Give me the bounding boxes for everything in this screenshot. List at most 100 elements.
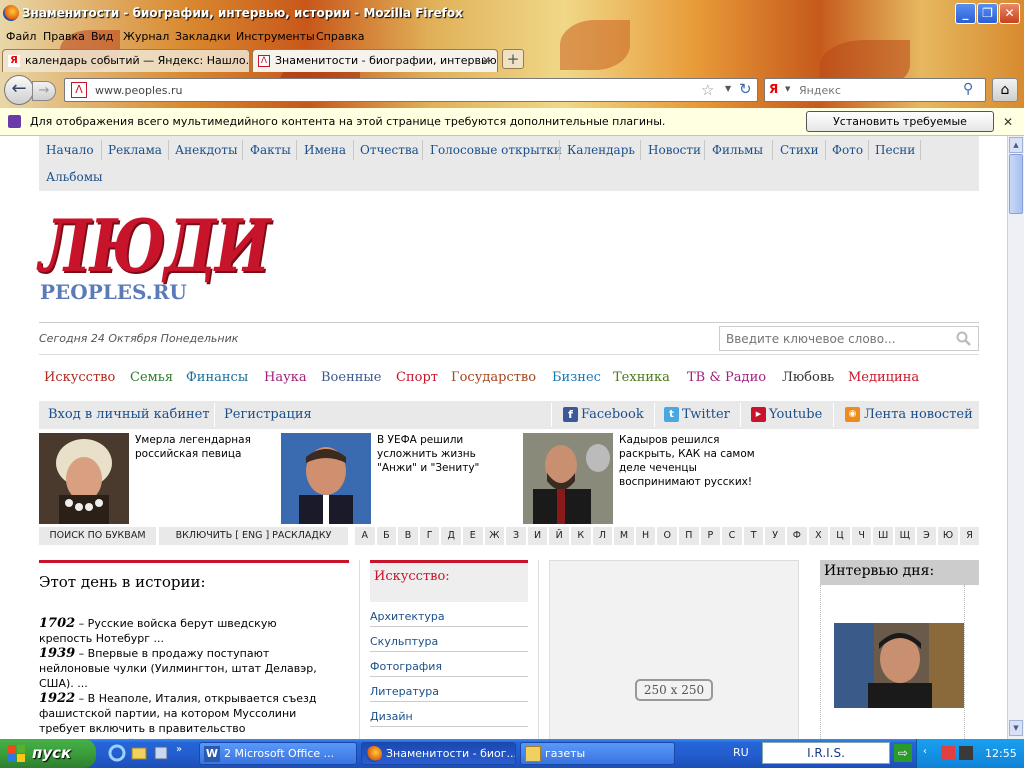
site-identity-icon[interactable]: Λ (71, 82, 87, 98)
start-button[interactable]: пуск (0, 739, 96, 768)
quicklaunch-expand-icon[interactable]: » (176, 744, 194, 762)
bookmark-star-icon[interactable]: ☆ (701, 81, 714, 99)
url-bar[interactable]: Λ ☆ ▼ ↻ (64, 78, 758, 102)
nav-home[interactable]: Начало (46, 143, 94, 157)
yandex-engine-icon[interactable]: Я (769, 82, 783, 98)
nav-names[interactable]: Имена (304, 143, 346, 157)
login-link[interactable]: Вход в личный кабинет (48, 407, 210, 422)
search-engine-input[interactable] (799, 82, 959, 98)
letter-link[interactable]: К (571, 527, 591, 545)
media-icon[interactable] (152, 744, 170, 762)
home-button[interactable]: ⌂ (992, 78, 1018, 102)
letter-link[interactable]: З (506, 527, 526, 545)
arts-link[interactable]: Скульптура (370, 627, 528, 652)
letter-link[interactable]: В (398, 527, 418, 545)
nav-news[interactable]: Новости (648, 143, 701, 157)
news-headline[interactable]: Умерла легендарная российская певица (135, 433, 275, 461)
forward-button[interactable]: → (32, 81, 56, 101)
news-item[interactable]: Кадыров решился раскрыть, КАК на самом д… (523, 433, 759, 524)
notification-close-icon[interactable]: ✕ (1003, 115, 1013, 129)
letter-link[interactable]: Г (419, 527, 440, 545)
letter-link[interactable]: Я (959, 527, 980, 545)
menu-tools[interactable]: Инструменты (236, 30, 315, 43)
news-item[interactable]: Умерла легендарная российская певица (39, 433, 275, 524)
taskbar-folder[interactable]: газеты (520, 742, 675, 765)
letter-link[interactable]: Ш (873, 527, 893, 545)
letter-link[interactable]: Й (549, 527, 569, 545)
maximize-button[interactable]: ❐ (977, 3, 998, 24)
menu-history[interactable]: Журнал (123, 30, 169, 43)
letter-link[interactable]: Щ (895, 527, 915, 545)
arts-link[interactable]: Архитектура (370, 602, 528, 627)
tab-close-icon[interactable]: ✕ (482, 54, 491, 67)
history-item[interactable]: 1939 – Впервые в продажу поступают нейло… (39, 646, 329, 691)
letter-link[interactable]: Б (376, 527, 397, 545)
engine-dropdown-icon[interactable]: ▼ (785, 85, 790, 93)
ad-placeholder[interactable]: 250 x 250 (549, 560, 799, 739)
ie-icon[interactable] (108, 744, 126, 762)
letter-link[interactable]: Ц (830, 527, 850, 545)
arts-link[interactable]: Литература (370, 677, 528, 702)
scroll-thumb[interactable] (1009, 154, 1023, 214)
scroll-up-icon[interactable]: ▲ (1009, 137, 1023, 153)
twitter-link[interactable]: Twitter (682, 407, 730, 422)
category-technology[interactable]: Техника (613, 370, 670, 385)
category-state[interactable]: Государство (451, 370, 536, 385)
news-feed-link[interactable]: Лента новостей (864, 407, 973, 422)
nav-songs[interactable]: Песни (875, 143, 915, 157)
history-dropdown-icon[interactable]: ▼ (725, 84, 731, 93)
news-item[interactable]: В УЕФА решили усложнить жизнь "Анжи" и "… (281, 433, 517, 524)
category-tv-radio[interactable]: ТВ & Радио (687, 370, 766, 385)
letter-link[interactable]: Д (441, 527, 461, 545)
letter-link[interactable]: С (722, 527, 742, 545)
letter-link[interactable]: Е (463, 527, 483, 545)
site-logo[interactable]: ЛЮДИ (39, 210, 271, 282)
category-science[interactable]: Наука (264, 370, 307, 385)
history-item[interactable]: 1702 – Русские войска берут шведскую кре… (39, 616, 329, 646)
menu-edit[interactable]: Правка (43, 30, 85, 43)
letter-link[interactable]: П (679, 527, 699, 545)
twitter-icon[interactable]: t (664, 407, 679, 422)
category-military[interactable]: Военные (321, 370, 381, 385)
nav-films[interactable]: Фильмы (712, 143, 763, 157)
tray-icon-2[interactable] (959, 746, 973, 760)
rss-icon[interactable]: ◉ (845, 407, 860, 422)
register-link[interactable]: Регистрация (224, 407, 312, 422)
search-icon[interactable] (956, 331, 972, 347)
menu-view[interactable]: Вид (91, 30, 113, 43)
site-search-box[interactable] (719, 326, 979, 351)
explorer-icon[interactable] (130, 744, 148, 762)
reload-icon[interactable]: ↻ (739, 80, 752, 98)
nav-facts[interactable]: Факты (250, 143, 291, 157)
news-headline[interactable]: Кадыров решился раскрыть, КАК на самом д… (619, 433, 759, 489)
letter-link[interactable]: Х (808, 527, 829, 545)
iris-toolbar[interactable]: I.R.I.S. (762, 742, 890, 764)
interview-photo[interactable] (834, 623, 964, 708)
letter-link[interactable]: Ч (851, 527, 872, 545)
clock[interactable]: 12:55 (985, 747, 1017, 760)
taskbar-firefox[interactable]: Знаменитости - биог... (361, 742, 516, 765)
install-plugins-button[interactable]: Установить требуемые плагины... (806, 111, 994, 147)
history-item[interactable]: 1922 – В Неаполе, Италия, открывается съ… (39, 691, 329, 739)
category-medicine[interactable]: Медицина (848, 370, 919, 385)
category-art[interactable]: Искусство (44, 370, 115, 385)
category-finance[interactable]: Финансы (186, 370, 248, 385)
minimize-button[interactable]: _ (955, 3, 976, 24)
language-indicator[interactable]: RU (733, 746, 749, 759)
category-family[interactable]: Семья (130, 370, 173, 385)
letter-link[interactable]: Т (743, 527, 764, 545)
nav-patronymics[interactable]: Отчества (360, 143, 419, 157)
tab-yandex[interactable]: Я календарь событий — Яндекс: Нашло... (2, 49, 250, 72)
taskbar-word[interactable]: W 2 Microsoft Office ... (199, 742, 357, 765)
youtube-icon[interactable]: ▶ (751, 407, 766, 422)
letter-link[interactable]: У (765, 527, 785, 545)
news-photo-uefa[interactable] (281, 433, 371, 524)
category-sport[interactable]: Спорт (396, 370, 438, 385)
close-button[interactable]: ✕ (999, 3, 1020, 24)
nav-calendar[interactable]: Календарь (567, 143, 635, 157)
letter-link[interactable]: Л (592, 527, 613, 545)
new-tab-button[interactable]: + (502, 49, 524, 69)
tab-peoples[interactable]: Λ Знаменитости - биографии, интервью, ..… (252, 49, 498, 72)
letter-link[interactable]: Э (916, 527, 937, 545)
letter-link[interactable]: Ф (787, 527, 807, 545)
